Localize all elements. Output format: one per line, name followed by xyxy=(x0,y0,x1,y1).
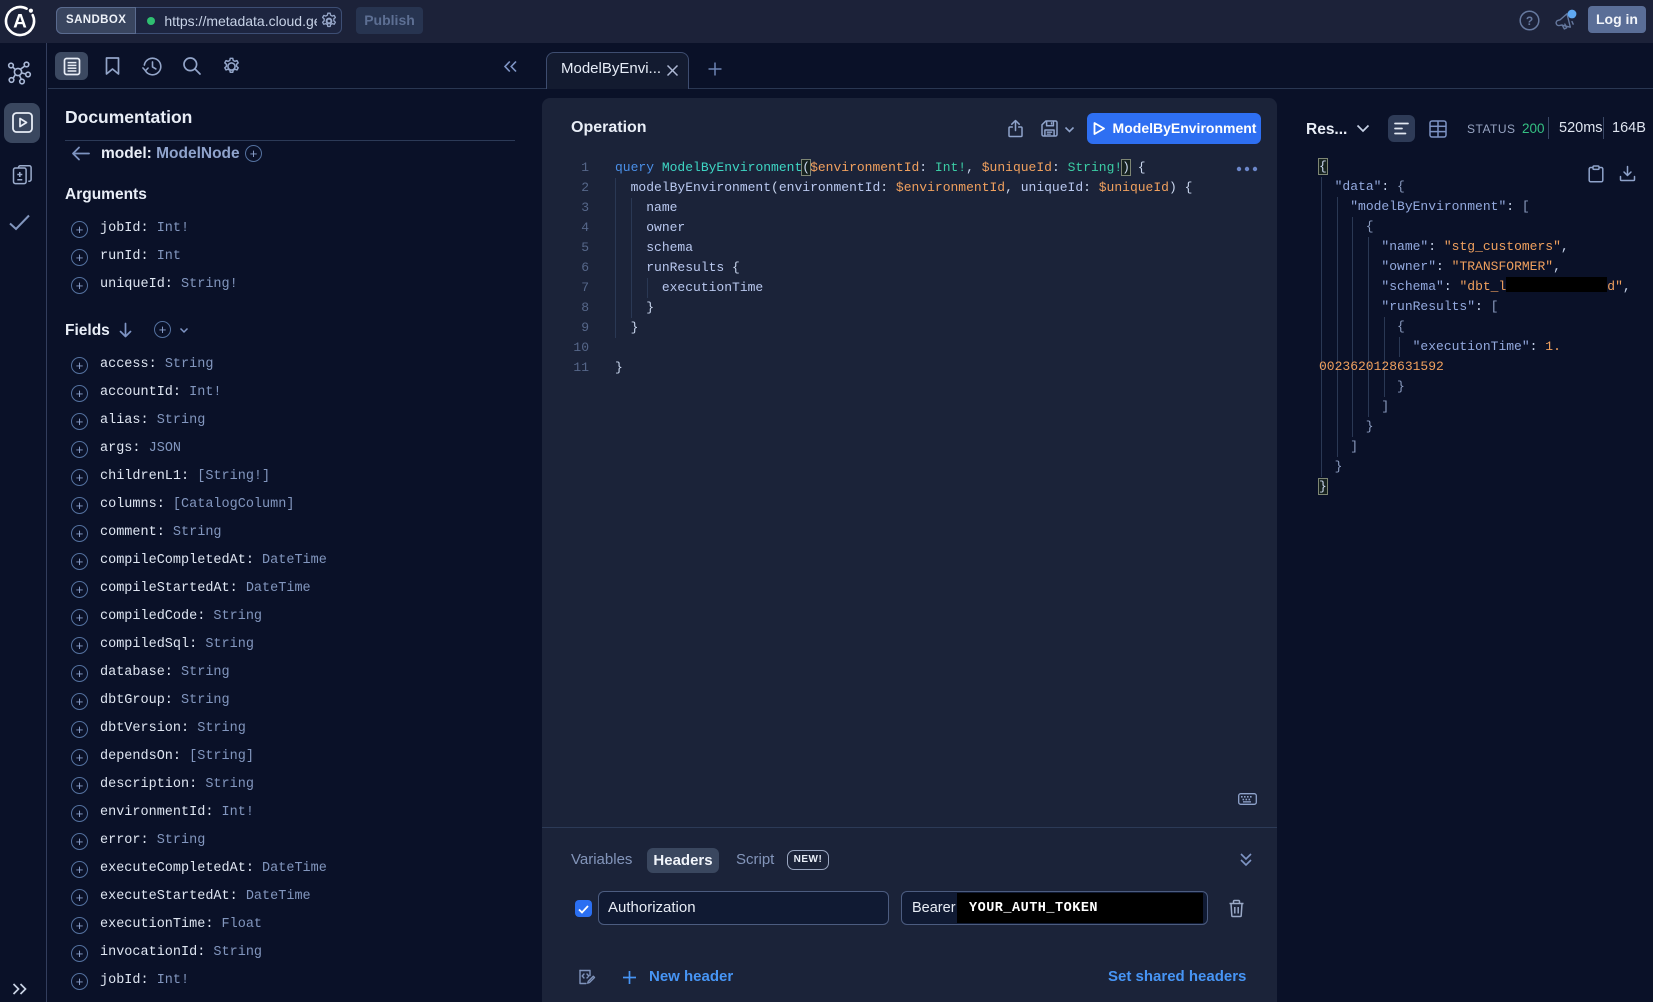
svg-text:?: ? xyxy=(1526,14,1533,28)
svg-text:A: A xyxy=(13,12,27,33)
